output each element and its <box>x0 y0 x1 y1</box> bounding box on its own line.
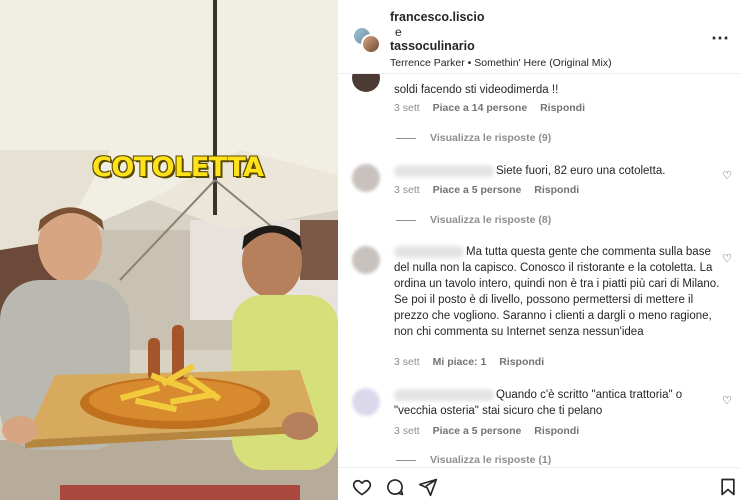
send-icon[interactable] <box>418 477 438 497</box>
username-link[interactable]: francesco.liscio <box>390 10 485 24</box>
like-comment-heart-icon[interactable]: ♡ <box>722 169 732 182</box>
comment-body: Siete fuori, 82 euro una cotoletta. <box>394 163 714 179</box>
comment-likes[interactable]: Mi piace: 1 <box>433 356 487 368</box>
reply-button[interactable]: Rispondi <box>540 102 585 114</box>
view-replies-button[interactable]: Visualizza le risposte (9) <box>396 132 551 144</box>
comment-meta: 3 sett Piace a 5 persone Rispondi <box>394 184 589 196</box>
comment-likes[interactable]: Piace a 5 persone <box>433 184 522 196</box>
divider <box>396 219 416 221</box>
view-replies-label: Visualizza le risposte (8) <box>430 214 552 226</box>
music-artist[interactable]: Terrence Parker <box>390 57 465 69</box>
comment-body: Quando c'è scritto "antica trattoria" o … <box>394 387 712 419</box>
avatar[interactable] <box>352 74 380 92</box>
reply-button[interactable]: Rispondi <box>499 356 544 368</box>
comment-text: Siete fuori, 82 euro una cotoletta. <box>496 165 666 177</box>
music-track[interactable]: Somethin' Here (Original Mix) <box>474 57 611 69</box>
comment-meta: 3 sett Piace a 5 persone Rispondi <box>394 425 589 437</box>
post-header: francesco.liscio e tassoculinario Terren… <box>338 0 740 74</box>
comment-meta: 3 sett Piace a 14 persone Rispondi <box>394 102 595 114</box>
blurred-username <box>394 164 494 177</box>
view-replies-label: Visualizza le risposte (9) <box>430 132 552 144</box>
view-replies-label: Visualizza le risposte (1) <box>430 454 552 466</box>
comment-likes[interactable]: Piace a 5 persone <box>433 425 522 437</box>
avatar[interactable] <box>352 164 380 192</box>
video-caption-overlay: COTOLETTA <box>92 152 264 183</box>
avatar[interactable] <box>352 246 380 274</box>
post-action-bar <box>338 467 740 500</box>
blurred-username <box>394 245 464 258</box>
blurred-username <box>394 388 494 401</box>
avatar[interactable] <box>361 34 381 54</box>
heart-icon[interactable] <box>352 477 372 497</box>
username-link[interactable]: tassoculinario <box>390 39 475 53</box>
view-replies-button[interactable]: Visualizza le risposte (8) <box>396 214 551 226</box>
post-side-panel: francesco.liscio e tassoculinario Terren… <box>338 0 740 500</box>
bookmark-icon[interactable] <box>718 477 738 497</box>
more-options-icon[interactable]: ⋯ <box>711 28 730 49</box>
comment-meta: 3 sett Mi piace: 1 Rispondi <box>394 356 554 368</box>
divider <box>396 137 416 139</box>
collab-avatars[interactable] <box>352 26 382 54</box>
avatar[interactable] <box>352 388 380 416</box>
music-separator: • <box>467 57 472 69</box>
comment-text: Ma tutta questa gente che commenta sulla… <box>394 246 720 338</box>
like-comment-heart-icon[interactable]: ♡ <box>722 252 732 265</box>
comment-date[interactable]: 3 sett <box>394 184 420 196</box>
comment-body: Ma tutta questa gente che commenta sulla… <box>394 244 722 340</box>
comments-list[interactable]: soldi facendo sti videodimerda !! 3 sett… <box>338 74 740 467</box>
comment-text: soldi facendo sti videodimerda !! <box>394 84 559 96</box>
view-replies-button[interactable]: Visualizza le risposte (1) <box>396 454 551 466</box>
reel-video-frame <box>0 0 338 500</box>
reply-button[interactable]: Rispondi <box>534 425 579 437</box>
comment-likes[interactable]: Piace a 14 persone <box>433 102 528 114</box>
comment-date[interactable]: 3 sett <box>394 356 420 368</box>
like-comment-heart-icon[interactable]: ♡ <box>722 394 732 407</box>
music-info[interactable]: Terrence Parker • Somethin' Here (Origin… <box>390 57 612 69</box>
comment-icon[interactable] <box>385 477 405 497</box>
divider <box>396 459 416 461</box>
comment-date[interactable]: 3 sett <box>394 102 420 114</box>
reel-media[interactable]: COTOLETTA <box>0 0 338 500</box>
reply-button[interactable]: Rispondi <box>534 184 579 196</box>
collab-conjunction: e <box>395 25 402 39</box>
comment-date[interactable]: 3 sett <box>394 425 420 437</box>
